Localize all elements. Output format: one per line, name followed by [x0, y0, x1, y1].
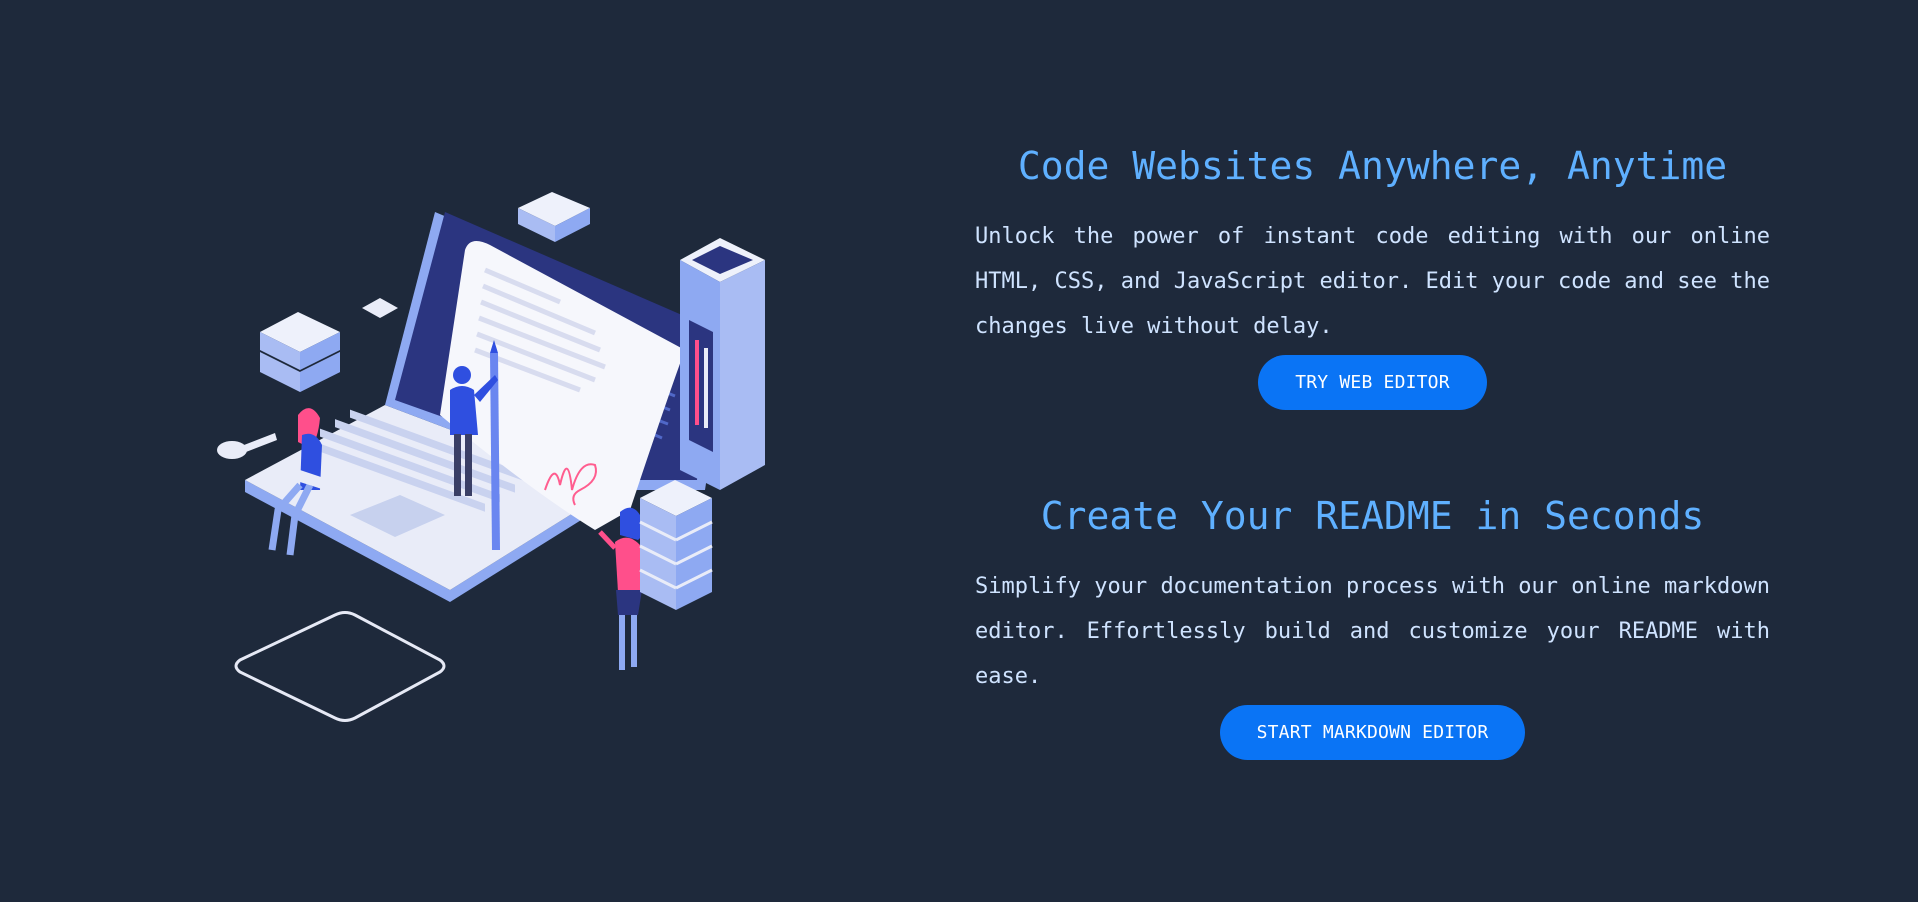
markdown-editor-section: Create Your README in Seconds Simplify y…: [975, 490, 1770, 760]
key-icon: [217, 433, 277, 459]
server-tower: [680, 238, 765, 490]
section-title: Create Your README in Seconds: [1040, 494, 1705, 538]
floating-diamond: [362, 298, 398, 318]
web-editor-section: Code Websites Anywhere, Anytime Unlock t…: [975, 140, 1770, 410]
try-web-editor-button[interactable]: TRY WEB EDITOR: [1258, 355, 1487, 410]
server-block-top: [518, 192, 590, 242]
woman-pink: [598, 507, 643, 670]
server-stack-right: [639, 480, 713, 610]
section-description: Simplify your documentation process with…: [975, 574, 1770, 689]
outline-tile: [234, 611, 446, 722]
start-markdown-editor-button[interactable]: START MARKDOWN EDITOR: [1219, 705, 1526, 760]
section-description: Unlock the power of instant code editing…: [975, 224, 1770, 339]
server-stack-left: [260, 312, 340, 392]
section-title: Code Websites Anywhere, Anytime: [1017, 144, 1728, 188]
feature-content: Code Websites Anywhere, Anytime Unlock t…: [975, 140, 1770, 760]
hero-illustration: [200, 190, 900, 750]
